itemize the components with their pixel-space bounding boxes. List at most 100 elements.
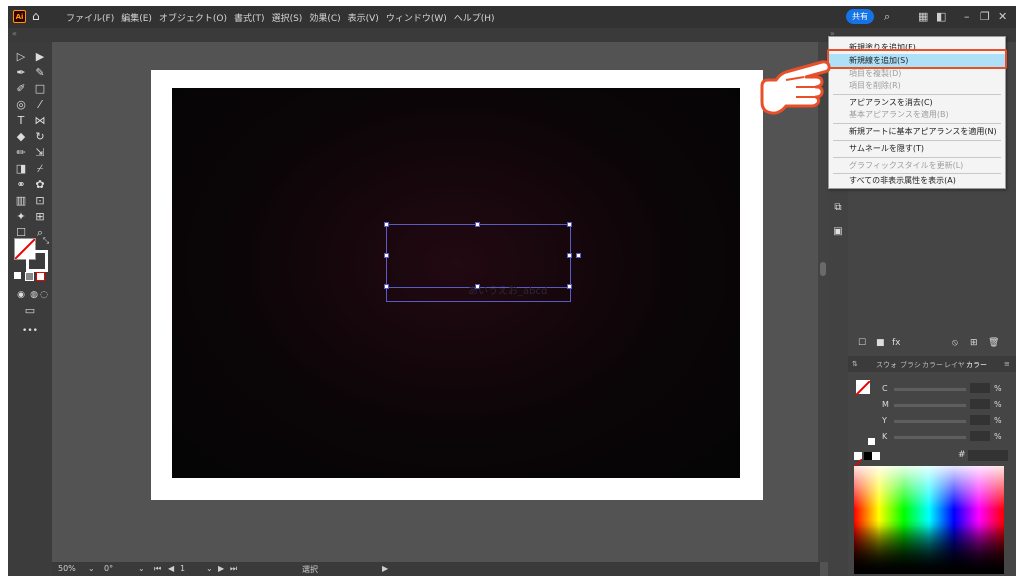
gradient-tool-icon[interactable]: ◨: [13, 162, 29, 176]
menu-item-show-hidden[interactable]: すべての非表示属性を表示(A): [829, 174, 1005, 187]
width-tool-icon[interactable]: ⇲: [32, 146, 48, 160]
resize-handle[interactable]: [475, 222, 480, 227]
pin-tool-icon[interactable]: ✦: [13, 210, 29, 224]
curvature-tool-icon[interactable]: ✎: [32, 66, 48, 80]
selection-tool-icon[interactable]: ▷: [13, 50, 29, 64]
restore-icon[interactable]: ❐: [980, 10, 990, 23]
minimize-icon[interactable]: –: [964, 10, 970, 23]
rotate-handle[interactable]: [576, 253, 581, 258]
panel-icon[interactable]: ◧: [936, 10, 946, 23]
add-fill-icon[interactable]: ■: [876, 338, 885, 348]
rotate-tool-icon[interactable]: ↻: [32, 130, 48, 144]
stroke-swatch[interactable]: [26, 250, 48, 272]
yellow-input[interactable]: [970, 415, 990, 425]
color-spectrum[interactable]: [854, 466, 1004, 574]
menu-edit[interactable]: 編集(E): [121, 11, 152, 24]
none-swatch[interactable]: [853, 452, 863, 468]
prev-page-icon[interactable]: ◀: [168, 564, 174, 573]
hex-input[interactable]: [968, 450, 1008, 461]
magenta-slider[interactable]: [894, 404, 966, 407]
menu-object[interactable]: オブジェクト(O): [159, 11, 227, 24]
scrollbar-thumb[interactable]: [820, 262, 826, 276]
page-number[interactable]: 1: [180, 564, 185, 573]
collapse-left-icon[interactable]: «: [12, 29, 17, 38]
menu-type[interactable]: 書式(T): [234, 11, 265, 24]
tab-swatches[interactable]: スウォ: [876, 360, 897, 370]
delete-icon[interactable]: 🗑: [988, 338, 999, 348]
gradient-mode-icon[interactable]: [25, 272, 34, 281]
search-icon[interactable]: ⌕: [884, 10, 890, 24]
eraser-tool-icon[interactable]: ◆: [13, 130, 29, 144]
cyan-input[interactable]: [970, 383, 990, 393]
menu-item-hide-thumbnail[interactable]: サムネールを隠す(T): [829, 142, 1005, 155]
zoom-dropdown-icon[interactable]: ⌄: [88, 564, 95, 573]
add-stroke-icon[interactable]: ☐: [858, 338, 866, 348]
screen-mode-icon[interactable]: ▭: [22, 304, 38, 318]
cyan-slider[interactable]: [894, 388, 966, 391]
close-icon[interactable]: ✕: [998, 10, 1007, 23]
menu-effect[interactable]: 効果(C): [309, 11, 340, 24]
more-tools-icon[interactable]: •••: [22, 324, 38, 338]
draw-inside-icon[interactable]: ◌: [36, 288, 52, 302]
anchor-tool-icon[interactable]: ✐: [13, 82, 29, 96]
black-input[interactable]: [970, 431, 990, 441]
tab-layers[interactable]: レイヤ: [944, 360, 965, 370]
zoom-level[interactable]: 50%: [58, 564, 76, 573]
brush-tool-icon[interactable]: ⁄: [32, 98, 48, 112]
resize-handle[interactable]: [384, 284, 389, 289]
tab-color-active[interactable]: カラー: [966, 360, 987, 370]
resize-handle[interactable]: [384, 222, 389, 227]
arrange-icon[interactable]: ▦: [918, 10, 928, 23]
menu-view[interactable]: 表示(V): [348, 11, 379, 24]
menu-help[interactable]: ヘルプ(H): [454, 11, 495, 24]
black-swatch[interactable]: [864, 452, 872, 460]
gradient-panel-icon[interactable]: ▣: [831, 226, 845, 240]
blend-tool-icon[interactable]: ⚭: [13, 178, 29, 192]
white-quick-swatch[interactable]: [872, 452, 880, 460]
resize-handle[interactable]: [567, 253, 572, 258]
last-page-icon[interactable]: ⏭: [230, 564, 237, 574]
white-swatch[interactable]: [868, 438, 875, 445]
next-page-icon[interactable]: ▶: [218, 564, 224, 573]
slice-tool-icon[interactable]: ⊞: [32, 210, 48, 224]
menu-item-new-art-basic[interactable]: 新規アートに基本アピアランスを適用(N): [829, 125, 1005, 138]
black-slider[interactable]: [894, 436, 966, 439]
fx-icon[interactable]: fx: [892, 338, 901, 348]
pencil-tool-icon[interactable]: ✏: [13, 146, 29, 160]
shaper-tool-icon[interactable]: ◎: [13, 98, 29, 112]
clear-icon[interactable]: ⦸: [952, 338, 958, 348]
tab-icon[interactable]: ⇅: [852, 360, 858, 368]
menu-select[interactable]: 選択(S): [272, 11, 303, 24]
rectangle-tool-icon[interactable]: □: [32, 82, 48, 96]
reflect-tool-icon[interactable]: ⋈: [32, 114, 48, 128]
eyedropper-tool-icon[interactable]: ⌿: [32, 162, 48, 176]
rotation-dropdown-icon[interactable]: ⌄: [138, 564, 145, 573]
color-mode-icon[interactable]: [14, 272, 21, 279]
text-object[interactable]: あいうえお_abcd: [468, 282, 547, 297]
resize-handle[interactable]: [567, 222, 572, 227]
artboard[interactable]: あいうえお_abcd: [151, 70, 763, 500]
resize-handle[interactable]: [567, 284, 572, 289]
symbol-tool-icon[interactable]: ✿: [32, 178, 48, 192]
share-button[interactable]: 共有: [846, 9, 874, 24]
yellow-slider[interactable]: [894, 420, 966, 423]
home-icon[interactable]: ⌂: [32, 9, 40, 23]
tab-brushes[interactable]: ブラシ: [900, 360, 921, 370]
none-mode-icon[interactable]: [36, 272, 45, 281]
status-arrow-icon[interactable]: ▶: [382, 564, 388, 573]
graph-tool-icon[interactable]: ▥: [13, 194, 29, 208]
type-tool-icon[interactable]: T: [13, 114, 29, 128]
direct-selection-tool-icon[interactable]: ▶: [32, 50, 48, 64]
duplicate-icon[interactable]: ⊞: [970, 338, 978, 348]
canvas-area[interactable]: あいうえお_abcd: [52, 42, 820, 562]
resize-handle[interactable]: [384, 253, 389, 258]
page-dropdown-icon[interactable]: ⌄: [206, 564, 213, 573]
menu-file[interactable]: ファイル(F): [66, 11, 114, 24]
pen-tool-icon[interactable]: ✒: [13, 66, 29, 80]
panel-menu-icon[interactable]: ≡: [1004, 360, 1010, 368]
pathfinder-icon[interactable]: ⧉: [831, 202, 845, 216]
menu-window[interactable]: ウィンドウ(W): [386, 11, 447, 24]
magenta-input[interactable]: [970, 399, 990, 409]
tab-color[interactable]: カラー: [922, 360, 943, 370]
first-page-icon[interactable]: ⏮: [154, 564, 161, 574]
